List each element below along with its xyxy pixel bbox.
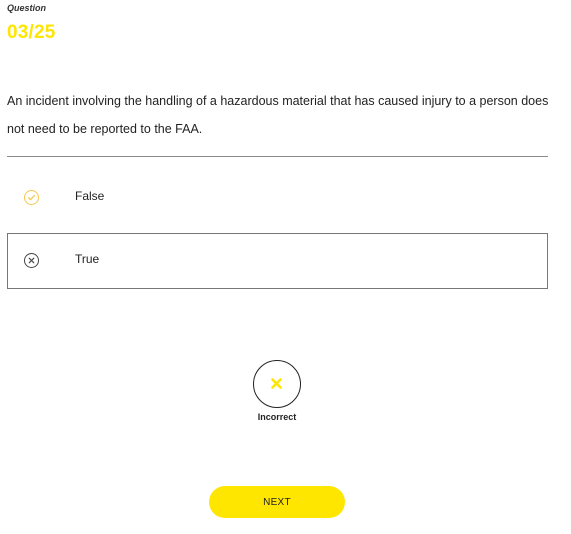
question-counter: 03/25 [7, 22, 56, 43]
result-label: Incorrect [257, 412, 297, 422]
question-text: An incident involving the handling of a … [7, 94, 549, 136]
divider [7, 156, 548, 157]
option-true[interactable]: True [7, 233, 548, 289]
option-false[interactable]: False [7, 170, 546, 224]
option-label: True [75, 252, 100, 266]
result-indicator [253, 360, 301, 408]
x-circle-icon [24, 253, 39, 268]
option-label: False [75, 189, 105, 203]
x-icon [271, 378, 282, 389]
check-circle-icon [24, 190, 39, 205]
next-button[interactable]: NEXT [209, 486, 345, 518]
question-label: Question [7, 3, 47, 13]
